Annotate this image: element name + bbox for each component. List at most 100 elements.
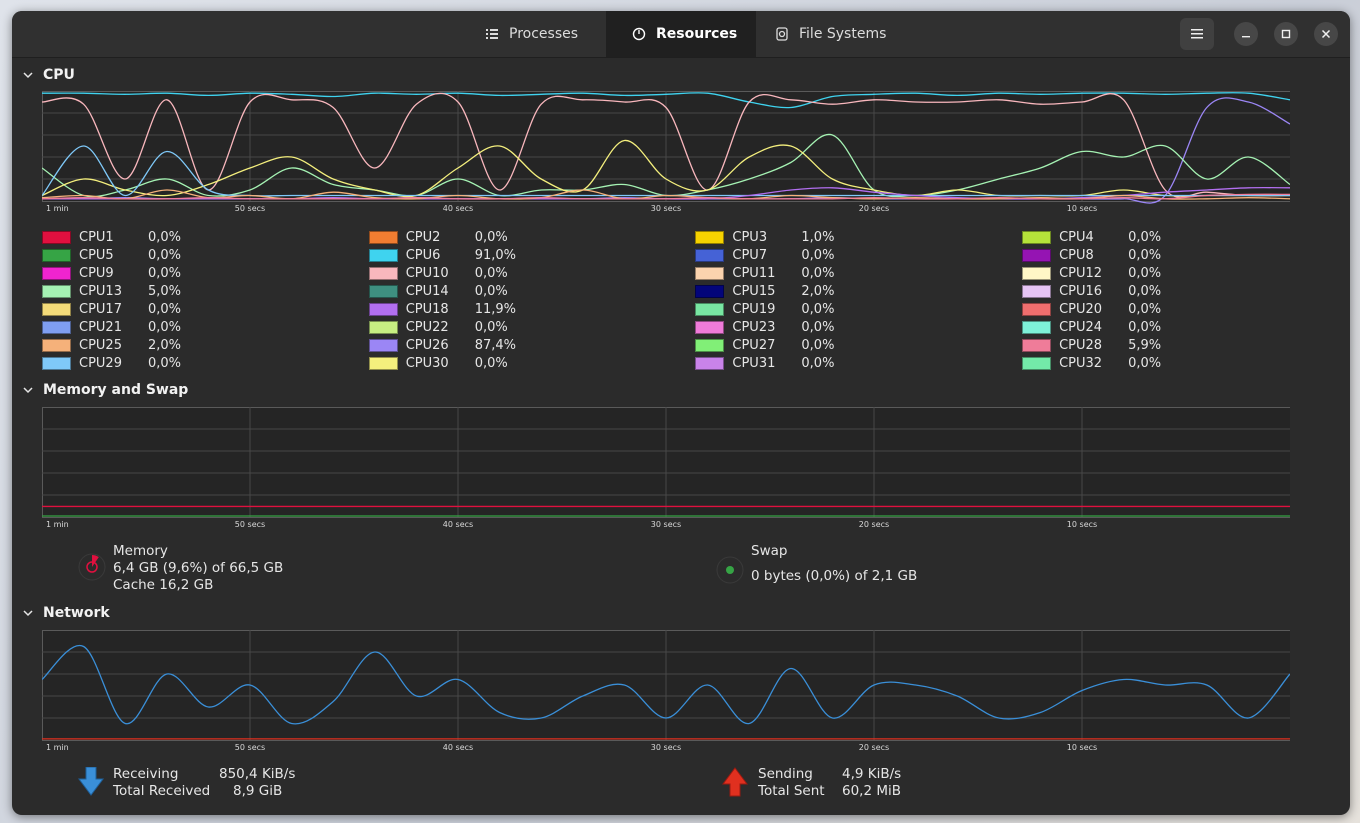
cpu-color-swatch[interactable]	[1022, 320, 1052, 334]
close-button[interactable]	[1314, 22, 1338, 46]
cpu-color-swatch[interactable]	[368, 302, 398, 316]
cpu-color-swatch[interactable]	[42, 338, 71, 352]
cpu-color-swatch[interactable]	[695, 356, 725, 370]
network-section-title: Network	[43, 605, 110, 621]
cpu-color-swatch[interactable]	[42, 248, 71, 262]
x-tick-label: 10 secs	[1067, 520, 1097, 529]
cpu-value: 0,0%	[1128, 355, 1162, 371]
cpu-legend-item: CPU10 0,0%	[368, 264, 535, 282]
cpu-name: CPU32	[1059, 355, 1103, 371]
total-received-value: 8,9 GiB	[233, 783, 283, 799]
cpu-name: CPU7	[732, 247, 768, 263]
minimize-icon	[1242, 36, 1250, 38]
x-tick-label: 10 secs	[1067, 204, 1097, 213]
cpu-value: 0,0%	[474, 355, 508, 371]
cpu-value: 0,0%	[1128, 229, 1162, 245]
tab-file-systems[interactable]: File Systems	[756, 11, 916, 57]
cpu-value: 0,0%	[1128, 301, 1162, 317]
main-menu-button[interactable]	[1180, 18, 1214, 50]
cpu-value: 0,0%	[474, 319, 508, 335]
cpu-color-swatch[interactable]	[1022, 284, 1052, 298]
cpu-color-swatch[interactable]	[368, 248, 398, 262]
cpu-legend-item: CPU22 0,0%	[368, 318, 535, 336]
upload-arrow-icon	[722, 767, 748, 797]
cpu-legend-item: CPU17 0,0%	[42, 300, 208, 318]
cpu-value: 0,0%	[148, 319, 182, 335]
cpu-section-header[interactable]: CPU	[22, 67, 75, 83]
cpu-color-swatch[interactable]	[368, 356, 398, 370]
cpu-legend-item: CPU26 87,4%	[368, 336, 535, 354]
cpu-value: 11,9%	[474, 301, 516, 317]
cpu-value: 0,0%	[148, 229, 182, 245]
cpu-color-swatch[interactable]	[1022, 230, 1052, 244]
cpu-legend-item: CPU3 1,0%	[695, 228, 861, 246]
cpu-legend-item: CPU21 0,0%	[42, 318, 208, 336]
memory-pie-icon	[78, 553, 106, 581]
cpu-color-swatch[interactable]	[695, 230, 725, 244]
cpu-color-swatch[interactable]	[695, 302, 725, 316]
receiving-label: Receiving	[113, 766, 179, 782]
maximize-icon	[1281, 29, 1291, 39]
cpu-color-swatch[interactable]	[368, 266, 398, 280]
cpu-name: CPU8	[1059, 247, 1094, 263]
cpu-color-swatch[interactable]	[42, 356, 71, 370]
cpu-color-swatch[interactable]	[695, 338, 725, 352]
total-received-label: Total Received	[113, 783, 211, 799]
cpu-color-swatch[interactable]	[368, 284, 398, 298]
close-icon	[1321, 29, 1331, 39]
cpu-value: 0,0%	[148, 247, 182, 263]
cpu-color-swatch[interactable]	[42, 320, 71, 334]
cpu-color-swatch[interactable]	[1022, 338, 1052, 352]
cpu-color-swatch[interactable]	[1022, 248, 1052, 262]
cpu-color-swatch[interactable]	[42, 302, 71, 316]
cpu-name: CPU28	[1059, 337, 1103, 353]
cpu-legend-item: CPU11 0,0%	[695, 264, 861, 282]
maximize-button[interactable]	[1274, 22, 1298, 46]
cpu-name: CPU30	[405, 355, 449, 371]
cpu-color-swatch[interactable]	[695, 248, 725, 262]
cpu-color-swatch[interactable]	[695, 320, 725, 334]
cpu-legend-item: CPU16 0,0%	[1022, 282, 1188, 300]
receiving-value: 850,4 KiB/s	[219, 766, 296, 782]
cpu-name: CPU4	[1059, 229, 1094, 245]
cpu-color-swatch[interactable]	[368, 338, 398, 352]
cpu-color-swatch[interactable]	[368, 230, 398, 244]
memory-usage: 6,4 GB (9,6%) of 66,5 GB	[113, 560, 284, 576]
cpu-name: CPU1	[79, 229, 114, 245]
cpu-name: CPU22	[405, 319, 449, 335]
cpu-legend-item: CPU30 0,0%	[368, 354, 535, 372]
network-section-header[interactable]: Network	[22, 605, 110, 621]
cpu-name: CPU20	[1059, 301, 1103, 317]
cpu-color-swatch[interactable]	[42, 230, 71, 244]
cpu-value: 87,4%	[474, 337, 516, 353]
cpu-color-swatch[interactable]	[42, 266, 71, 280]
gauge-icon	[632, 27, 646, 41]
cpu-color-swatch[interactable]	[1022, 266, 1052, 280]
x-tick-label: 10 secs	[1067, 743, 1097, 752]
cpu-color-swatch[interactable]	[695, 284, 725, 298]
cpu-color-swatch[interactable]	[1022, 302, 1052, 316]
cpu-legend-item: CPU27 0,0%	[695, 336, 861, 354]
minimize-button[interactable]	[1234, 22, 1258, 46]
cpu-legend-item: CPU20 0,0%	[1022, 300, 1188, 318]
cpu-color-swatch[interactable]	[42, 284, 71, 298]
x-tick-label: 30 secs	[651, 520, 681, 529]
cpu-value: 2,0%	[148, 337, 182, 353]
cpu-name: CPU31	[732, 355, 776, 371]
list-icon	[486, 29, 498, 39]
tab-resources[interactable]: Resources	[606, 11, 756, 57]
cpu-color-swatch[interactable]	[368, 320, 398, 334]
cpu-color-swatch[interactable]	[695, 266, 725, 280]
x-tick-label: 30 secs	[651, 743, 681, 752]
x-tick-label: 1 min	[46, 520, 69, 529]
cpu-name: CPU21	[79, 319, 122, 335]
cpu-color-swatch[interactable]	[1022, 356, 1052, 370]
chevron-down-icon	[23, 72, 33, 79]
cpu-value: 0,0%	[801, 337, 835, 353]
sending-value: 4,9 KiB/s	[842, 766, 902, 782]
cpu-name: CPU16	[1059, 283, 1103, 299]
swap-title: Swap	[751, 543, 788, 559]
tab-processes[interactable]: Processes	[470, 11, 606, 57]
memory-section-header[interactable]: Memory and Swap	[22, 382, 188, 398]
cpu-name: CPU11	[732, 265, 776, 281]
